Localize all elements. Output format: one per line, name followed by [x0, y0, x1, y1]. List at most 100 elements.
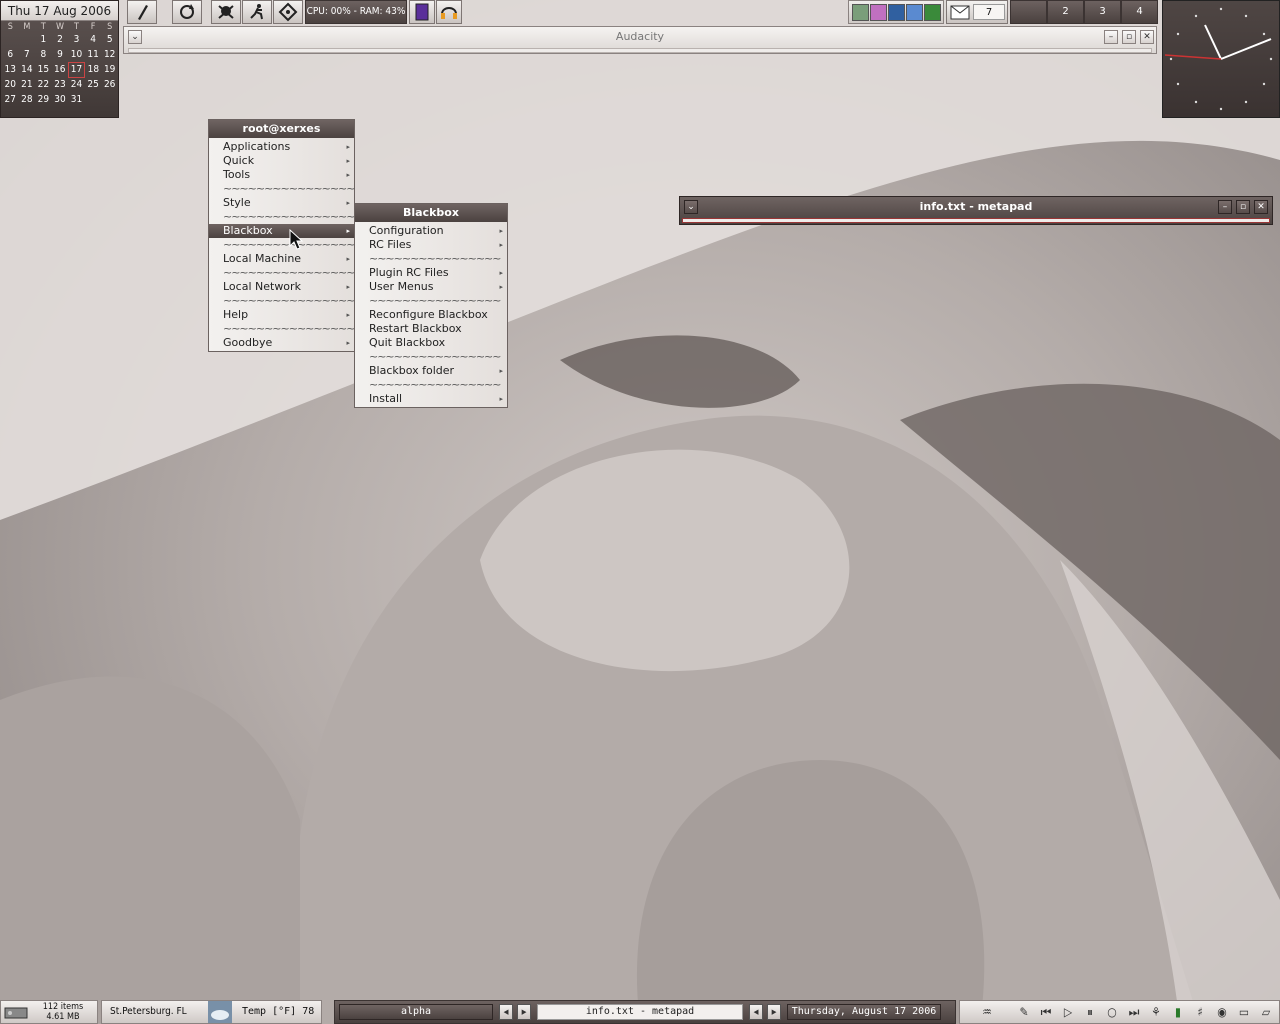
previous-track-icon[interactable]: ⏮ [1038, 1004, 1054, 1020]
runner-launcher-button[interactable] [242, 0, 272, 24]
menu-item-restart-blackbox[interactable]: Restart Blackbox [355, 322, 507, 336]
menu-item-install[interactable]: Install ▸ [355, 392, 507, 406]
tray-update-icon[interactable] [924, 4, 941, 21]
calendar-day[interactable]: 25 [85, 77, 102, 92]
mail-checker[interactable]: 7 [946, 0, 1008, 24]
shuffle-icon[interactable]: ⚘ [1148, 1004, 1164, 1020]
pen-launcher-button[interactable] [127, 0, 157, 24]
calendar-day[interactable] [101, 92, 118, 107]
menu-item-quick[interactable]: Quick ▸ [209, 154, 354, 168]
maximize-button[interactable]: ▫ [1236, 200, 1250, 214]
calendar-day[interactable]: 8 [35, 47, 52, 62]
calendar-day[interactable]: 24 [68, 77, 85, 92]
stop-icon[interactable]: ○ [1104, 1004, 1120, 1020]
menu-item-reconfigure-blackbox[interactable]: Reconfigure Blackbox [355, 308, 507, 322]
skull-launcher-button[interactable] [211, 0, 241, 24]
next-task-button[interactable]: ▶ [767, 1004, 781, 1020]
menu-item-local-network[interactable]: Local Network ▸ [209, 280, 354, 294]
calendar-day[interactable]: 3 [68, 32, 85, 47]
refresh-launcher-button[interactable] [172, 0, 202, 24]
prev-workspace-button[interactable]: ◀ [499, 1004, 513, 1020]
close-button[interactable]: ✕ [1254, 200, 1268, 214]
workspace-4-button[interactable]: 4 [1121, 0, 1158, 24]
calendar-day[interactable]: 18 [85, 62, 102, 77]
menu-item-applications[interactable]: Applications ▸ [209, 140, 354, 154]
calendar-day[interactable]: 5 [101, 32, 118, 47]
menu-item-local-machine[interactable]: Local Machine ▸ [209, 252, 354, 266]
menu-item-user-menus[interactable]: User Menus ▸ [355, 280, 507, 294]
winamp-icon[interactable]: ♒ [976, 1004, 998, 1020]
audacity-window[interactable]: ⌄ Audacity – ▫ ✕ [123, 26, 1157, 54]
window-resize-bar[interactable] [128, 48, 1152, 53]
calendar-day[interactable]: 27 [2, 92, 19, 107]
workspace-2-button[interactable]: 2 [1047, 0, 1084, 24]
calendar-day[interactable]: 26 [101, 77, 118, 92]
menu-item-plugin-rc-files[interactable]: Plugin RC Files ▸ [355, 266, 507, 280]
calendar-day[interactable] [19, 32, 36, 47]
recycle-launcher-button[interactable] [273, 0, 303, 24]
calendar-day[interactable]: 15 [35, 62, 52, 77]
calendar-day[interactable]: 13 [2, 62, 19, 77]
calendar-day[interactable]: 9 [52, 47, 69, 62]
book-launcher-button[interactable] [409, 0, 435, 24]
drive-icon[interactable]: ▱ [1258, 1004, 1274, 1020]
calendar-day[interactable]: 11 [85, 47, 102, 62]
equalizer-icon[interactable]: ♯ [1192, 1004, 1208, 1020]
menu-item-rc-files[interactable]: RC Files ▸ [355, 238, 507, 252]
calendar-day[interactable]: 6 [2, 47, 19, 62]
calendar-day[interactable]: 30 [52, 92, 69, 107]
calendar-day[interactable]: 10 [68, 47, 85, 62]
monitor-icon[interactable]: ▭ [1236, 1004, 1252, 1020]
volume-icon[interactable] [906, 4, 923, 21]
menu-item-style[interactable]: Style ▸ [209, 196, 354, 210]
tray-network-icon[interactable] [888, 4, 905, 21]
calendar-day[interactable]: 29 [35, 92, 52, 107]
metapad-window[interactable]: ⌄ info.txt - metapad – ▫ ✕ [679, 196, 1273, 225]
tray-media-icon[interactable] [870, 4, 887, 21]
task-button-metapad[interactable]: info.txt - metapad [537, 1004, 743, 1020]
calendar-day[interactable]: 19 [101, 62, 118, 77]
minimize-button[interactable]: – [1218, 200, 1232, 214]
maximize-button[interactable]: ▫ [1122, 30, 1136, 44]
calendar-day[interactable]: 14 [19, 62, 36, 77]
menu-item-blackbox[interactable]: Blackbox ▸ [209, 224, 354, 238]
calendar-day[interactable]: 17 [67, 61, 86, 78]
calendar-day[interactable]: 16 [52, 62, 69, 77]
calendar-day[interactable]: 22 [35, 77, 52, 92]
workspace-3-button[interactable]: 3 [1084, 0, 1121, 24]
workspace-1-button[interactable] [1010, 0, 1047, 24]
calendar-day[interactable]: 2 [52, 32, 69, 47]
menu-item-help[interactable]: Help ▸ [209, 308, 354, 322]
headphones-launcher-button[interactable] [436, 0, 462, 24]
workspace-name[interactable]: alpha [339, 1004, 493, 1020]
calendar-day[interactable]: 20 [2, 77, 19, 92]
minimize-button[interactable]: – [1104, 30, 1118, 44]
calendar-day[interactable]: 7 [19, 47, 36, 62]
eye-icon[interactable]: ◉ [1214, 1004, 1230, 1020]
desktop-items-panel: 112 items 4.61 MB [0, 1000, 98, 1024]
calendar-day[interactable]: 4 [85, 32, 102, 47]
next-track-icon[interactable]: ⏭ [1126, 1004, 1142, 1020]
play-icon[interactable]: ▷ [1060, 1004, 1076, 1020]
pause-icon[interactable]: ⏸ [1082, 1004, 1098, 1020]
calendar-day[interactable]: 21 [19, 77, 36, 92]
calendar-day[interactable]: 23 [52, 77, 69, 92]
window-resize-bar[interactable] [682, 218, 1270, 223]
next-workspace-button[interactable]: ▶ [517, 1004, 531, 1020]
calendar-day[interactable]: 31 [68, 92, 85, 107]
pen-icon[interactable]: ✎ [1016, 1004, 1032, 1020]
menu-item-tools[interactable]: Tools ▸ [209, 168, 354, 182]
menu-item-quit-blackbox[interactable]: Quit Blackbox [355, 336, 507, 350]
calendar-day[interactable] [85, 92, 102, 107]
menu-item-goodbye[interactable]: Goodbye ▸ [209, 336, 354, 350]
menu-item-blackbox-folder[interactable]: Blackbox folder ▸ [355, 364, 507, 378]
calendar-day[interactable] [2, 32, 19, 47]
battery-icon[interactable]: ▮ [1170, 1004, 1186, 1020]
close-button[interactable]: ✕ [1140, 30, 1154, 44]
calendar-day[interactable]: 28 [19, 92, 36, 107]
tray-app-icon[interactable] [852, 4, 869, 21]
calendar-day[interactable]: 12 [101, 47, 118, 62]
prev-task-button[interactable]: ◀ [749, 1004, 763, 1020]
calendar-day[interactable]: 1 [35, 32, 52, 47]
menu-item-configuration[interactable]: Configuration ▸ [355, 224, 507, 238]
